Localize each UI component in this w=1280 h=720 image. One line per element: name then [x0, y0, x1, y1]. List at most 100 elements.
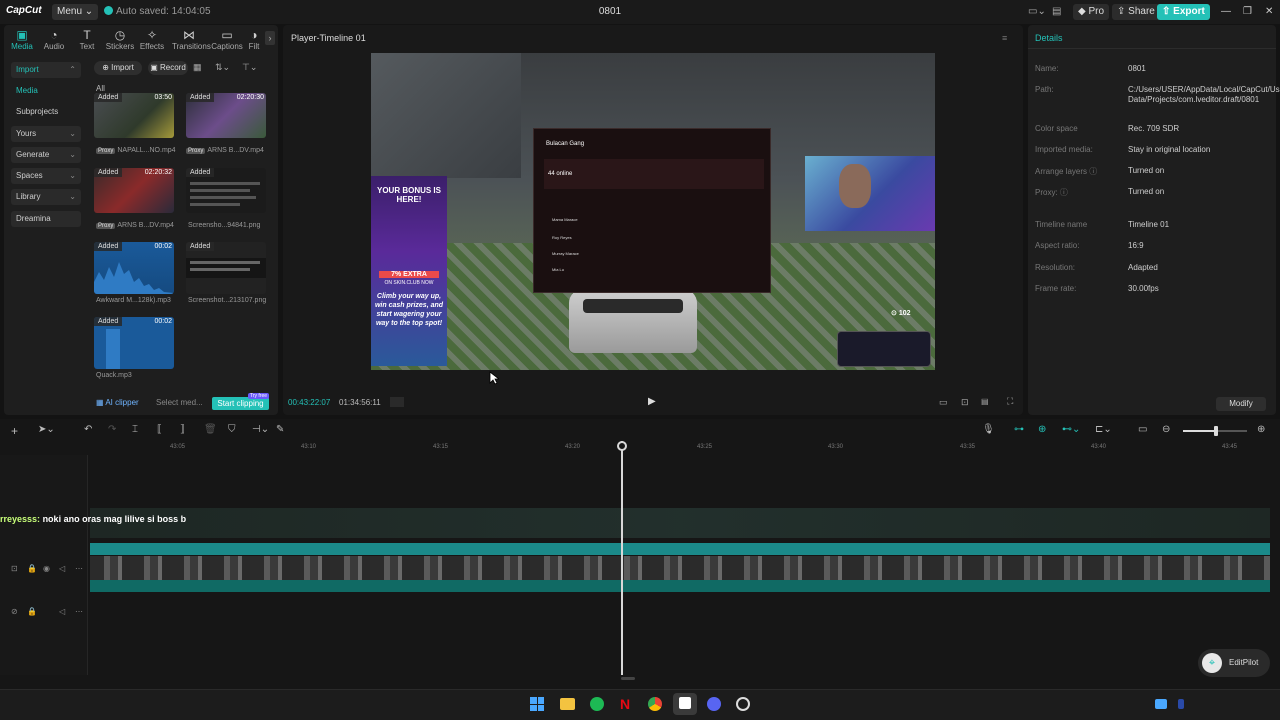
- fullscreen-icon[interactable]: ⛶: [1007, 396, 1013, 407]
- tab-stickers[interactable]: ◷ Stickers: [103, 28, 137, 51]
- nav-yours[interactable]: Yours ⌄: [11, 126, 81, 142]
- tab-effects[interactable]: ✧ Effects: [135, 28, 169, 51]
- spotify-icon[interactable]: [590, 697, 604, 711]
- zoom-in-icon[interactable]: ⊕: [1257, 424, 1265, 435]
- editpilot-button[interactable]: ⌖ EditPilot: [1198, 649, 1270, 677]
- media-item-2[interactable]: Added 02:20:30: [186, 93, 266, 138]
- play-button[interactable]: ▶: [648, 396, 656, 407]
- nav-media[interactable]: Media: [11, 83, 81, 99]
- lock-icon[interactable]: 🔒: [27, 607, 37, 616]
- media-item-1[interactable]: Added 03:50: [94, 93, 174, 138]
- nav-import[interactable]: Import ⌃: [11, 62, 81, 78]
- quality-icon[interactable]: ▭: [939, 397, 948, 408]
- lock-icon[interactable]: 🔒: [27, 564, 37, 573]
- obs-icon[interactable]: [736, 697, 750, 711]
- file-explorer-icon[interactable]: [560, 698, 575, 710]
- playhead[interactable]: [621, 441, 623, 675]
- modify-button[interactable]: Modify: [1216, 397, 1266, 411]
- share-button[interactable]: ⇪ Share: [1112, 4, 1160, 20]
- tab-text[interactable]: T Text: [70, 28, 104, 51]
- info-icon[interactable]: ⓘ: [1060, 188, 1068, 197]
- timeline-scrollbar[interactable]: [621, 677, 635, 680]
- media-item-4[interactable]: Added: [186, 168, 266, 213]
- export-button[interactable]: ⇧ Export: [1157, 4, 1210, 20]
- media-item-7[interactable]: Added 00:02: [94, 317, 174, 369]
- media-item-3[interactable]: Added 02:20:32: [94, 168, 174, 213]
- zoom-out-icon[interactable]: ⊖: [1162, 424, 1170, 435]
- link-icon[interactable]: ⊶: [1014, 424, 1024, 435]
- shortcuts-icon[interactable]: ▤: [1052, 6, 1061, 17]
- undo-icon[interactable]: ↶: [84, 424, 92, 435]
- more-icon[interactable]: ⋯: [75, 607, 83, 616]
- redo-icon[interactable]: ↷: [108, 424, 116, 435]
- tab-audio[interactable]: ◔ Audio: [37, 28, 71, 51]
- select-tool-icon[interactable]: ➤⌄: [38, 424, 55, 435]
- layout-icon[interactable]: ▭⌄: [1028, 6, 1046, 17]
- filter-all[interactable]: All: [96, 84, 105, 93]
- zoom-slider-handle[interactable]: [1214, 426, 1218, 436]
- ratio-icon[interactable]: ▤: [981, 397, 989, 406]
- add-track-icon[interactable]: +: [11, 424, 18, 438]
- nav-generate[interactable]: Generate ⌄: [11, 147, 81, 163]
- delete-icon[interactable]: 🗑: [204, 424, 217, 435]
- nav-spaces[interactable]: Spaces ⌄: [11, 168, 81, 184]
- playhead-handle[interactable]: [617, 441, 627, 451]
- crop-icon[interactable]: ⊡: [961, 397, 969, 408]
- more-icon[interactable]: ⋯: [75, 564, 83, 573]
- tab-filters[interactable]: ◑ Filt: [244, 28, 264, 51]
- tray-icon[interactable]: [1155, 699, 1167, 709]
- zoom-slider[interactable]: [1183, 426, 1247, 436]
- ruler-label: 43:40: [1091, 444, 1107, 450]
- filter-icon[interactable]: ⊤⌄: [242, 62, 257, 73]
- close-icon[interactable]: ✕: [1265, 6, 1273, 17]
- tab-media[interactable]: ▣ Media: [5, 28, 39, 51]
- tab-captions[interactable]: ▭ Captions: [210, 28, 244, 51]
- timecode-toggle-icon[interactable]: [390, 397, 404, 407]
- discord-icon[interactable]: [707, 697, 721, 711]
- media-item-5[interactable]: Added 00:02: [94, 242, 174, 294]
- text-icon: T: [83, 28, 91, 42]
- nav-library[interactable]: Library ⌄: [11, 189, 81, 205]
- audio-track-icon[interactable]: ⊘: [11, 607, 18, 616]
- video-clip-label-bar[interactable]: [90, 543, 1270, 555]
- tray-mic-icon[interactable]: [1178, 699, 1184, 709]
- speaker-icon[interactable]: ◁: [59, 607, 65, 616]
- info-icon[interactable]: ⓘ: [1089, 167, 1097, 176]
- grid-view-icon[interactable]: ▦: [193, 62, 202, 73]
- sort-icon[interactable]: ⇅⌄: [215, 62, 230, 73]
- snap-icon[interactable]: ⊷⌄: [1062, 424, 1080, 435]
- freeze-icon[interactable]: ⊣⌄: [252, 424, 269, 435]
- record-button[interactable]: ▣ Record: [148, 61, 188, 75]
- nav-subprojects[interactable]: Subprojects: [11, 104, 81, 120]
- windows-start-icon[interactable]: [530, 697, 544, 711]
- netflix-icon[interactable]: N: [620, 696, 630, 712]
- main-video-clip[interactable]: [90, 556, 1270, 580]
- menu-button[interactable]: Menu ⌄: [52, 4, 99, 20]
- tabs-scroll-right-icon[interactable]: ›: [265, 31, 275, 45]
- nav-dreamina[interactable]: Dreamina: [11, 211, 81, 227]
- split-left-icon[interactable]: ⟦: [157, 424, 162, 435]
- pro-button[interactable]: ◆ Pro: [1073, 4, 1110, 20]
- overlay-track[interactable]: [90, 508, 1270, 538]
- capcut-taskbar-button[interactable]: [673, 693, 697, 715]
- chrome-icon[interactable]: [648, 697, 662, 711]
- tab-transitions[interactable]: ⋈ Transitions: [172, 28, 211, 51]
- preview-axis-icon[interactable]: ⊏⌄: [1095, 424, 1112, 435]
- split-right-icon[interactable]: ⟧: [180, 424, 185, 435]
- draw-icon[interactable]: ✎: [276, 424, 284, 435]
- eye-icon[interactable]: ◉: [43, 564, 50, 573]
- minimize-icon[interactable]: —: [1221, 6, 1231, 17]
- player-menu-icon[interactable]: ≡: [1002, 33, 1007, 43]
- microphone-icon[interactable]: 🎙: [982, 424, 995, 435]
- clip-audio-waveform[interactable]: [90, 580, 1270, 592]
- shield-icon[interactable]: ⛉: [228, 424, 236, 435]
- media-item-6[interactable]: Added: [186, 242, 266, 294]
- speaker-icon[interactable]: ◁: [59, 564, 65, 573]
- captions-toggle-icon[interactable]: ▭: [1138, 424, 1147, 435]
- cover-icon[interactable]: ⊡: [11, 564, 18, 573]
- ai-clipper-button[interactable]: ▦ AI clipper: [96, 398, 139, 407]
- split-icon[interactable]: ⌶: [132, 424, 138, 435]
- magnet-icon[interactable]: ⊕: [1038, 424, 1046, 435]
- maximize-icon[interactable]: ❐: [1243, 6, 1252, 17]
- import-button[interactable]: ⊕ Import: [94, 61, 142, 75]
